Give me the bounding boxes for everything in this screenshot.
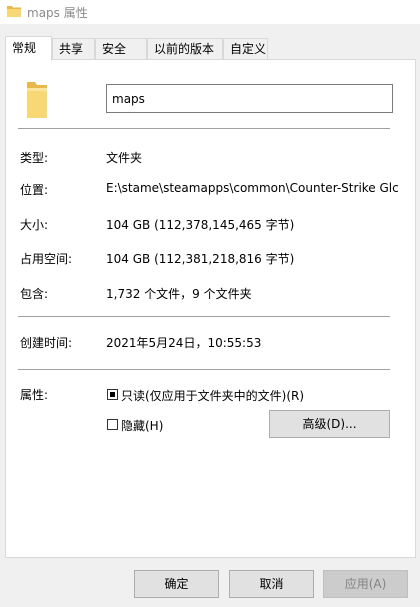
divider <box>18 369 390 370</box>
cancel-button[interactable]: 取消 <box>229 570 314 598</box>
created-label: 创建时间: <box>20 336 73 350</box>
tab-sharing[interactable]: 共享 <box>52 38 95 59</box>
tab-strip: 常规 共享 安全 以前的版本 自定义 <box>0 36 420 61</box>
size-on-disk-value: 104 GB (112,381,218,816 字节) <box>106 252 295 266</box>
size-value: 104 GB (112,378,145,465 字节) <box>106 218 295 232</box>
readonly-checkbox[interactable]: 只读(仅应用于文件夹中的文件)(R) <box>106 387 326 403</box>
type-label: 类型: <box>20 151 49 165</box>
window-title: maps 属性 <box>27 6 88 20</box>
hidden-checkbox-box[interactable] <box>107 419 118 430</box>
advanced-button[interactable]: 高级(D)... <box>269 410 390 438</box>
tab-security[interactable]: 安全 <box>95 38 147 59</box>
folder-icon <box>27 82 47 118</box>
readonly-checkbox-label: 只读(仅应用于文件夹中的文件)(R) <box>121 389 305 403</box>
folder-icon <box>7 6 21 17</box>
type-value: 文件夹 <box>106 151 143 165</box>
folder-name-input[interactable] <box>106 84 393 113</box>
title-bar: maps 属性 <box>0 0 420 24</box>
contains-label: 包含: <box>20 287 49 301</box>
location-value: E:\stame\steamapps\common\Counter-Strike… <box>106 181 399 195</box>
tab-previous-versions[interactable]: 以前的版本 <box>147 38 223 59</box>
created-value: 2021年5月24日，10:55:53 <box>106 336 262 350</box>
apply-button[interactable]: 应用(A) <box>323 570 408 598</box>
attributes-label: 属性: <box>20 388 49 402</box>
general-panel <box>5 59 416 558</box>
divider <box>18 316 390 317</box>
ok-button[interactable]: 确定 <box>134 570 219 598</box>
readonly-checkbox-box[interactable] <box>107 389 118 400</box>
contains-value: 1,732 个文件，9 个文件夹 <box>106 287 252 301</box>
hidden-checkbox[interactable]: 隐藏(H) <box>106 417 226 433</box>
divider <box>18 128 390 129</box>
location-label: 位置: <box>20 183 49 197</box>
tab-customize[interactable]: 自定义 <box>223 38 268 59</box>
hidden-checkbox-label: 隐藏(H) <box>121 419 164 433</box>
tab-general[interactable]: 常规 <box>5 36 52 61</box>
size-label: 大小: <box>20 218 49 232</box>
size-on-disk-label: 占用空间: <box>20 252 73 266</box>
